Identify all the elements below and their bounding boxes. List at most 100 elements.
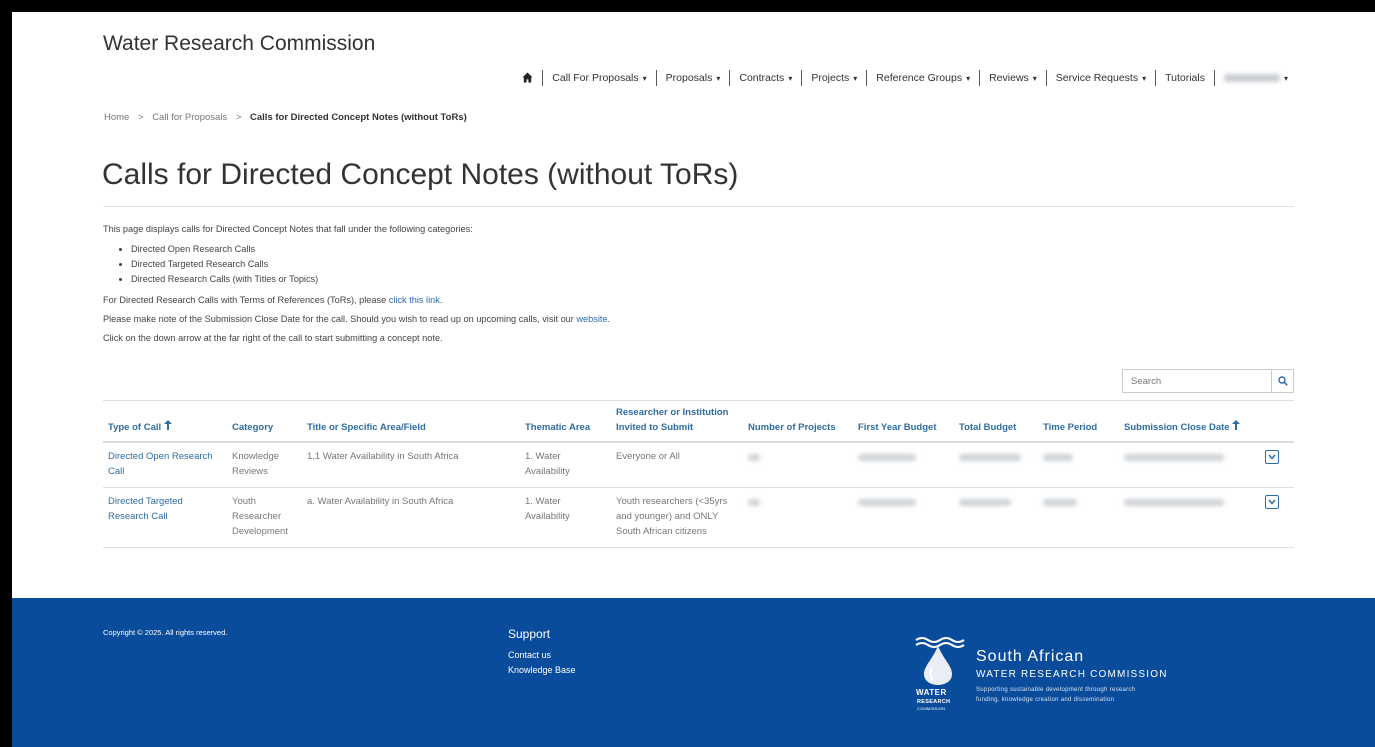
intro-section: This page displays calls for Directed Co… — [103, 224, 1103, 343]
tors-link[interactable]: click this link — [389, 295, 440, 305]
calls-table: Type of Call Category Title or Specific … — [103, 400, 1294, 548]
row-dropdown-button[interactable] — [1265, 450, 1279, 464]
cell-invited: Youth researchers (<35yrs and younger) a… — [611, 487, 743, 548]
caret-down-icon: ▾ — [642, 74, 647, 83]
cell-thematic-area: 1. Water Availability — [520, 487, 611, 548]
sort-arrow-up-icon — [1232, 420, 1241, 430]
redacted-value — [959, 499, 1011, 507]
user-menu[interactable]: ▾ — [1215, 72, 1297, 84]
nav-tutorials[interactable]: Tutorials — [1156, 72, 1214, 84]
header-submission-close-date[interactable]: Submission Close Date — [1119, 400, 1260, 443]
search-box — [1122, 369, 1294, 393]
site-footer: Copyright © 2025. All rights reserved. S… — [12, 598, 1375, 747]
redacted-value — [858, 454, 916, 462]
home-icon — [522, 72, 533, 83]
nav-projects[interactable]: Projects ▾ — [802, 72, 866, 84]
cell-time-period — [1038, 442, 1119, 488]
copyright-text: Copyright © 2025. All rights reserved. — [103, 628, 228, 637]
header-first-year-budget[interactable]: First Year Budget — [853, 400, 954, 443]
category-list: Directed Open Research Calls Directed Ta… — [103, 242, 1103, 287]
caret-down-icon: ▾ — [853, 74, 858, 83]
header-total-budget[interactable]: Total Budget — [954, 400, 1038, 443]
table-header-row: Type of Call Category Title or Specific … — [103, 400, 1294, 443]
breadcrumb-separator: > — [235, 112, 242, 123]
nav-contracts[interactable]: Contracts ▾ — [730, 72, 801, 84]
home-nav-link[interactable] — [513, 71, 542, 85]
website-link[interactable]: website — [576, 314, 607, 324]
main-nav: Call For Proposals ▾ Proposals ▾ Contracts… — [513, 70, 1297, 86]
cell-type-of-call: Directed Open Research Call — [103, 442, 227, 488]
water-drop-logo-icon — [915, 637, 965, 685]
logo-word-water: WATER — [916, 688, 947, 697]
category-item: Directed Research Calls (with Titles or … — [131, 272, 1103, 287]
search-input[interactable] — [1122, 369, 1271, 393]
browser-page: Water Research Commission Call For Propo… — [12, 12, 1375, 747]
cell-thematic-area: 1. Water Availability — [520, 442, 611, 488]
nav-reference-groups[interactable]: Reference Groups ▾ — [867, 72, 979, 84]
table-row: Directed Open Research Call Knowledge Re… — [103, 442, 1294, 488]
breadcrumb-call-for-proposals[interactable]: Call for Proposals — [152, 112, 227, 123]
cell-category: Knowledge Reviews — [227, 442, 302, 488]
redacted-value — [748, 454, 760, 462]
cell-total-budget — [954, 442, 1038, 488]
search-button[interactable] — [1271, 369, 1294, 393]
breadcrumb-home[interactable]: Home — [104, 112, 129, 123]
table-row: Directed Targeted Research Call Youth Re… — [103, 487, 1294, 548]
redacted-value — [858, 499, 916, 507]
category-item: Directed Open Research Calls — [131, 242, 1103, 257]
cell-total-budget — [954, 487, 1038, 548]
cell-first-year-budget — [853, 442, 954, 488]
intro-text: This page displays calls for Directed Co… — [103, 224, 473, 234]
header-type-of-call[interactable]: Type of Call — [103, 400, 227, 443]
cell-time-period — [1038, 487, 1119, 548]
logo-word-commission: COMMISSION — [917, 706, 946, 711]
caret-down-icon: ▾ — [1283, 74, 1288, 83]
logo-tagline: Supporting sustainable development throu… — [976, 687, 1136, 703]
header-time-period[interactable]: Time Period — [1038, 400, 1119, 443]
cell-actions — [1260, 442, 1294, 488]
nav-call-for-proposals[interactable]: Call For Proposals ▾ — [543, 72, 655, 84]
caret-down-icon: ▾ — [966, 74, 971, 83]
contact-us-link[interactable]: Contact us — [508, 648, 576, 663]
support-section: Support Contact us Knowledge Base — [508, 627, 576, 678]
header-number-of-projects[interactable]: Number of Projects — [743, 400, 853, 443]
caret-down-icon: ▾ — [716, 74, 721, 83]
cell-number-of-projects — [743, 487, 853, 548]
redacted-value — [1124, 499, 1224, 507]
breadcrumb-current: Calls for Directed Concept Notes (withou… — [250, 112, 467, 123]
row-dropdown-button[interactable] — [1265, 495, 1279, 509]
header-title[interactable]: Title or Specific Area/Field — [302, 400, 520, 443]
nav-proposals[interactable]: Proposals ▾ — [657, 72, 730, 84]
chevron-down-icon — [1268, 499, 1276, 505]
page-title: Calls for Directed Concept Notes (withou… — [102, 158, 739, 191]
knowledge-base-link[interactable]: Knowledge Base — [508, 663, 576, 678]
chevron-down-icon — [1268, 454, 1276, 460]
cell-submission-close-date — [1119, 487, 1260, 548]
logo-name-line1: South African — [976, 648, 1085, 665]
support-heading: Support — [508, 627, 551, 641]
user-name-redacted — [1223, 74, 1280, 83]
tors-paragraph: For Directed Research Calls with Terms o… — [103, 295, 443, 305]
caret-down-icon: ▾ — [1032, 74, 1037, 83]
nav-service-requests[interactable]: Service Requests ▾ — [1047, 72, 1155, 84]
header-thematic-area[interactable]: Thematic Area — [520, 400, 611, 443]
header-category[interactable]: Category — [227, 400, 302, 443]
call-type-link[interactable]: Directed Targeted Research Call — [108, 496, 183, 522]
header-invited[interactable]: Researcher or Institution Invited to Sub… — [611, 400, 743, 443]
title-divider — [103, 206, 1294, 207]
sort-arrow-up-icon — [163, 420, 172, 430]
wrc-logo: WATER RESEARCH COMMISSION South African … — [914, 634, 1214, 734]
redacted-value — [748, 499, 760, 507]
redacted-value — [1043, 499, 1077, 507]
site-title[interactable]: Water Research Commission — [103, 32, 375, 56]
breadcrumb: Home > Call for Proposals > Calls for Di… — [104, 112, 467, 123]
search-icon — [1277, 376, 1288, 386]
caret-down-icon: ▾ — [1142, 74, 1147, 83]
breadcrumb-separator: > — [137, 112, 144, 123]
cell-number-of-projects — [743, 442, 853, 488]
nav-reviews[interactable]: Reviews ▾ — [980, 72, 1046, 84]
call-type-link[interactable]: Directed Open Research Call — [108, 451, 213, 477]
logo-word-research: RESEARCH — [917, 699, 951, 705]
redacted-value — [959, 454, 1021, 462]
redacted-value — [1043, 454, 1073, 462]
